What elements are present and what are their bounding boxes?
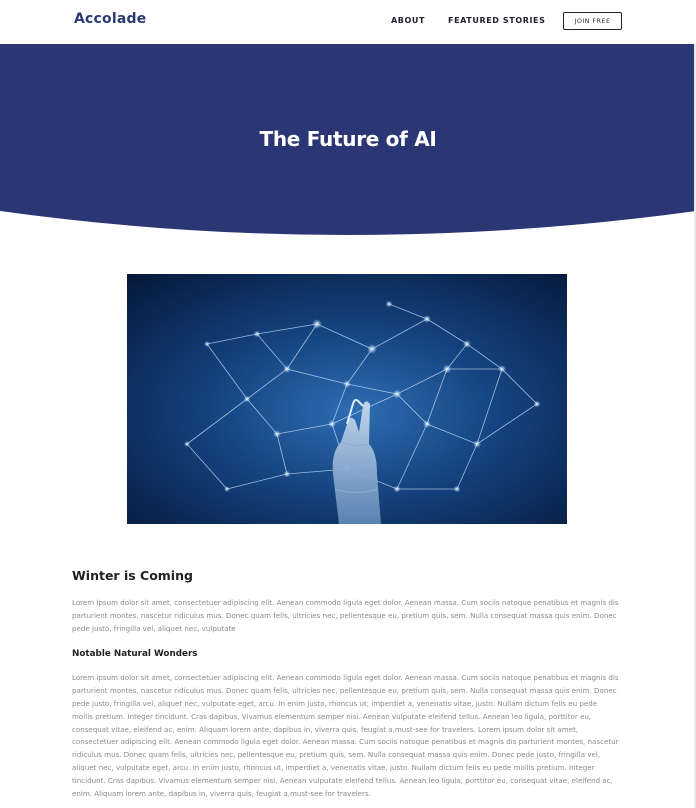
article-paragraph-1: Lorem ipsum dolor sit amet, consectetuer… <box>72 598 619 633</box>
ai-network-robot-hand-image <box>127 274 567 524</box>
article-paragraph-2: Lorem ipsum dolor sit amet, consectetuer… <box>72 673 619 798</box>
article-subheading: Notable Natural Wonders <box>72 649 198 660</box>
brand-logo[interactable]: Accolade <box>74 11 146 27</box>
hero-banner: The Future of AI <box>0 44 696 236</box>
nav-link-featured-stories[interactable]: FEATURED STORIES <box>448 16 546 25</box>
article-body: Winter is Coming Lorem ipsum dolor sit a… <box>72 566 620 800</box>
article-heading: Winter is Coming <box>72 568 193 583</box>
page-title: The Future of AI <box>259 127 437 151</box>
feature-image <box>127 274 567 524</box>
nav-link-about[interactable]: ABOUT <box>391 16 425 25</box>
join-free-button[interactable]: JOIN FREE <box>563 12 622 30</box>
top-navbar: Accolade ABOUT FEATURED STORIES JOIN FRE… <box>0 0 696 44</box>
